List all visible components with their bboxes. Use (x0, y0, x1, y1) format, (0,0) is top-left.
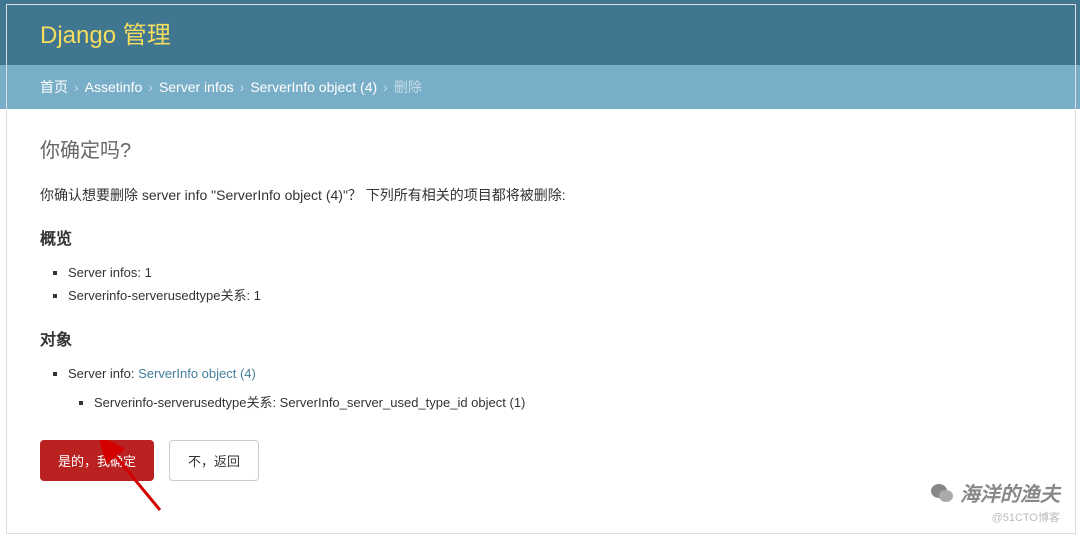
breadcrumb-current: 删除 (394, 79, 422, 95)
content: 你确定吗? 你确认想要删除 server info "ServerInfo ob… (0, 109, 1080, 506)
overview-list: Server infos: 1 Serverinfo-serverusedtyp… (68, 261, 1040, 308)
breadcrumb-app[interactable]: Assetinfo (85, 79, 143, 95)
confirm-delete-button[interactable]: 是的，我确定 (40, 440, 154, 481)
site-title: Django 管理 (40, 15, 1040, 50)
action-buttons: 是的，我确定 不，返回 (40, 440, 1040, 481)
wechat-icon (930, 482, 954, 504)
object-link[interactable]: ServerInfo object (4) (138, 366, 256, 381)
breadcrumb-home[interactable]: 首页 (40, 79, 68, 95)
objects-heading: 对象 (40, 326, 1040, 350)
breadcrumb-object[interactable]: ServerInfo object (4) (250, 79, 377, 95)
admin-header: Django 管理 (0, 0, 1080, 65)
object-label: Server info: (68, 366, 138, 381)
overview-heading: 概览 (40, 225, 1040, 249)
list-item: Serverinfo-serverusedtype关系: 1 (68, 284, 1040, 307)
watermark-sub: @51CTO博客 (930, 509, 1060, 525)
breadcrumb-model[interactable]: Server infos (159, 79, 234, 95)
breadcrumb: 首页›Assetinfo›Server infos›ServerInfo obj… (0, 65, 1080, 109)
confirm-text: 你确认想要删除 server info "ServerInfo object (… (40, 185, 1040, 205)
list-item: Serverinfo-serverusedtype关系: ServerInfo_… (94, 391, 1040, 414)
page-title: 你确定吗? (40, 134, 1040, 163)
cancel-button[interactable]: 不，返回 (169, 440, 259, 481)
objects-list: Server info: ServerInfo object (4) Serve… (68, 362, 1040, 415)
watermark-main: 海洋的渔夫 (960, 478, 1060, 507)
watermark: 海洋的渔夫 @51CTO博客 (930, 478, 1060, 525)
list-item: Server infos: 1 (68, 261, 1040, 284)
list-item: Server info: ServerInfo object (4) Serve… (68, 362, 1040, 415)
